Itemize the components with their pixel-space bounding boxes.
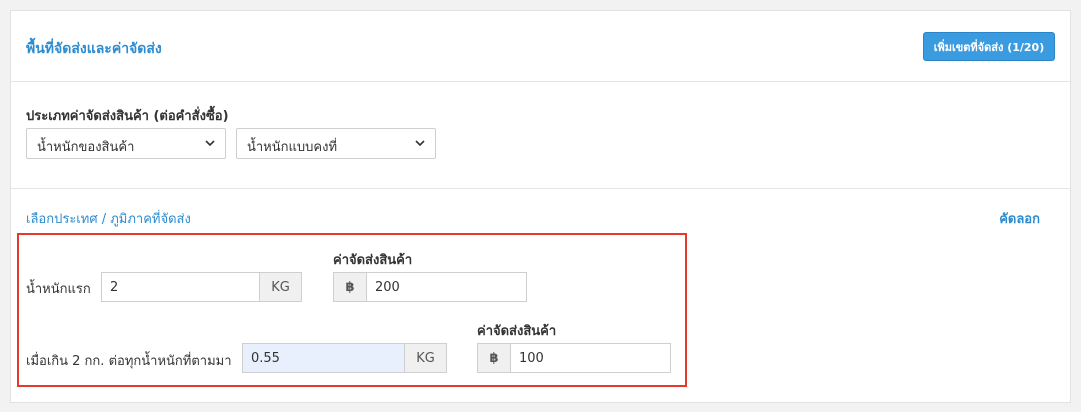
first-fee-label: ค่าจัดส่งสินค้า bbox=[333, 253, 413, 268]
extra-weight-label: เมื่อเกิน 2 กก. ต่อทุกน้ำหนักที่ตามมา bbox=[26, 354, 232, 369]
first-weight-input[interactable]: 2 bbox=[102, 273, 259, 301]
extra-weight-input-group: 0.55 KG bbox=[242, 343, 447, 373]
extra-weight-unit: KG bbox=[404, 344, 446, 372]
baht-currency-icon: ฿ bbox=[478, 344, 511, 372]
select-region-link[interactable]: เลือกประเทศ / ภูมิภาคที่จัดส่ง bbox=[26, 208, 191, 229]
extra-weight-input[interactable]: 0.55 bbox=[243, 344, 404, 372]
section-title: พื้นที่จัดส่งและค่าจัดส่ง bbox=[26, 41, 162, 57]
first-weight-unit: KG bbox=[259, 273, 301, 301]
first-fee-input-group: ฿ 200 bbox=[333, 272, 527, 302]
card-header: พื้นที่จัดส่งและค่าจัดส่ง เพิ่มเขตที่จัด… bbox=[11, 11, 1070, 82]
extra-fee-label: ค่าจัดส่งสินค้า bbox=[477, 324, 557, 339]
first-weight-label: น้ำหนักแรก bbox=[26, 282, 91, 297]
shipping-basis-select[interactable]: น้ำหนักของสินค้า bbox=[26, 128, 226, 159]
add-shipping-zone-button[interactable]: เพิ่มเขตที่จัดส่ง (1/20) bbox=[923, 32, 1055, 61]
shipping-type-label: ประเภทค่าจัดส่งสินค้า (ต่อคำสั่งซื้อ) bbox=[26, 109, 229, 124]
chevron-down-icon bbox=[205, 140, 215, 147]
extra-fee-input[interactable]: 100 bbox=[511, 344, 670, 372]
extra-fee-input-group: ฿ 100 bbox=[477, 343, 671, 373]
weight-mode-value: น้ำหนักแบบคงที่ bbox=[247, 140, 338, 155]
copy-link[interactable]: คัดลอก bbox=[999, 208, 1040, 229]
divider bbox=[11, 188, 1070, 189]
weight-mode-select[interactable]: น้ำหนักแบบคงที่ bbox=[236, 128, 436, 159]
first-fee-input[interactable]: 200 bbox=[367, 273, 526, 301]
baht-currency-icon: ฿ bbox=[334, 273, 367, 301]
chevron-down-icon bbox=[415, 140, 425, 147]
shipping-zone-card: พื้นที่จัดส่งและค่าจัดส่ง เพิ่มเขตที่จัด… bbox=[10, 10, 1071, 403]
shipping-basis-value: น้ำหนักของสินค้า bbox=[37, 140, 135, 155]
first-weight-input-group: 2 KG bbox=[101, 272, 302, 302]
